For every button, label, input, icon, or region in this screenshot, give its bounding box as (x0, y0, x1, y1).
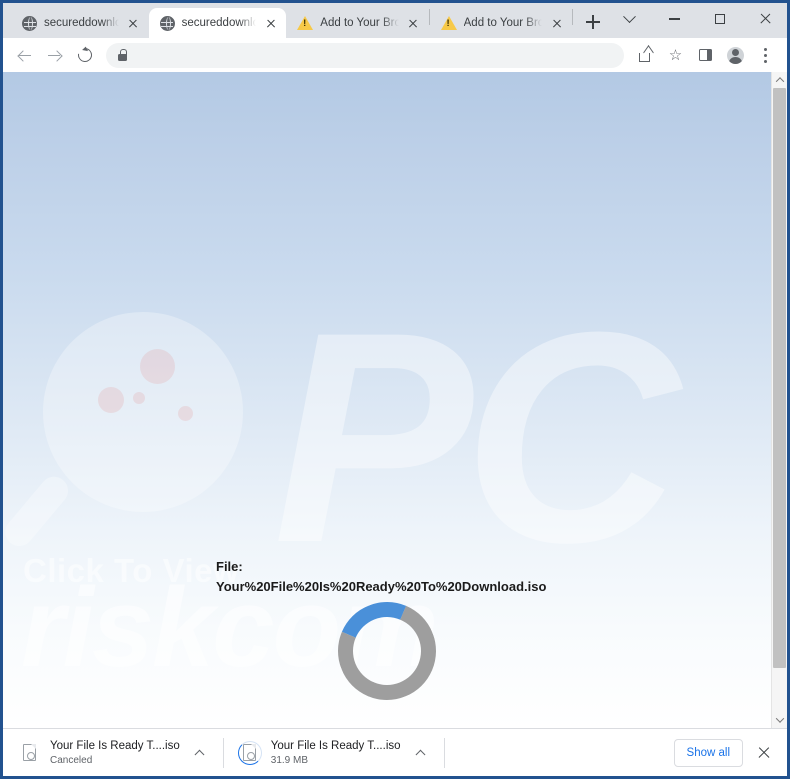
web-page-content: PC Click To View riskcom File: Your%20Fi… (3, 72, 771, 728)
file-label-line1: File: (216, 559, 243, 574)
kebab-menu-icon (764, 47, 767, 63)
globe-icon (22, 15, 37, 31)
tab-strip: secureddownload secureddownload Add to Y… (3, 3, 787, 38)
file-icon (17, 741, 41, 765)
watermark-dot (140, 349, 175, 384)
arrow-left-icon (18, 49, 31, 62)
tab-add-to-your-browser-2[interactable]: Add to Your Brows (430, 8, 572, 38)
download-menu-button[interactable] (189, 742, 211, 764)
download-widget: File: Your%20File%20Is%20Ready%20To%20Do… (3, 557, 771, 715)
lock-icon[interactable] (118, 49, 128, 61)
warning-icon (440, 16, 457, 30)
globe-icon (159, 15, 175, 31)
chevron-up-icon (194, 749, 205, 760)
file-label: File: Your%20File%20Is%20Ready%20To%20Do… (216, 557, 568, 596)
tab-title: Add to Your Brows (320, 17, 399, 29)
document-icon (22, 744, 36, 761)
profile-button[interactable] (721, 41, 750, 70)
download-item-canceled[interactable]: Your File Is Ready T....iso Canceled (11, 733, 215, 773)
scroll-up-button[interactable] (772, 72, 787, 88)
document-icon (243, 744, 257, 761)
reload-button[interactable] (70, 41, 99, 70)
browser-toolbar: ☆ (3, 38, 787, 72)
pc-watermark-text: PC (273, 269, 680, 605)
scroll-down-button[interactable] (772, 712, 787, 728)
close-icon (759, 13, 771, 25)
shelf-separator (443, 737, 445, 768)
side-panel-button[interactable] (691, 41, 720, 70)
side-panel-icon (699, 49, 712, 61)
magnifier-watermark-icon (43, 312, 243, 512)
download-item-text: Your File Is Ready T....iso 31.9 MB (271, 740, 401, 766)
tab-search-button[interactable] (607, 3, 652, 35)
minimize-button[interactable] (652, 3, 697, 35)
download-item-text: Your File Is Ready T....iso Canceled (50, 740, 180, 766)
tab-close-icon[interactable] (406, 16, 421, 31)
tab-secureddownload-1[interactable]: secureddownload (11, 8, 149, 38)
download-status: 31.9 MB (270, 754, 309, 766)
browser-menu-button[interactable] (751, 41, 780, 70)
bookmark-button[interactable]: ☆ (661, 41, 690, 70)
forward-button[interactable] (40, 41, 69, 70)
tab-close-icon[interactable] (263, 16, 278, 31)
file-icon-with-progress (237, 740, 262, 765)
address-bar[interactable] (106, 42, 624, 68)
back-button[interactable] (10, 41, 39, 70)
window-controls (607, 3, 787, 38)
share-icon (638, 48, 653, 62)
tab-title: secureddownload (44, 17, 119, 29)
download-status: Canceled (50, 754, 93, 766)
warning-icon (297, 16, 314, 30)
star-icon: ☆ (668, 46, 683, 64)
close-window-button[interactable] (742, 3, 787, 35)
loading-spinner-icon (323, 587, 451, 715)
tab-title: secureddownload (181, 17, 257, 29)
file-label-line2: Your%20File%20Is%20Ready%20To%20Download… (216, 578, 547, 594)
share-button[interactable] (631, 41, 660, 70)
watermark-dot (98, 387, 124, 413)
maximize-icon (714, 14, 725, 24)
maximize-button[interactable] (697, 3, 742, 35)
chevron-down-icon (623, 9, 636, 23)
watermark-dot (178, 406, 193, 421)
arrow-right-icon (48, 49, 61, 62)
viewport: PC Click To View riskcom File: Your%20Fi… (3, 72, 787, 728)
scrollbar-track[interactable] (772, 88, 787, 712)
tab-close-icon[interactable] (549, 16, 564, 31)
minimize-icon (669, 18, 680, 20)
watermark-dot (133, 392, 145, 404)
show-all-downloads-button[interactable]: Show all (673, 738, 743, 767)
scroll-up-icon (775, 77, 784, 86)
close-shelf-button[interactable] (751, 740, 777, 766)
tab-separator (572, 9, 573, 25)
download-shelf: Your File Is Ready T....iso Canceled You… (3, 728, 787, 776)
download-menu-button[interactable] (410, 742, 432, 764)
scroll-down-icon (775, 714, 784, 723)
browser-window: secureddownload secureddownload Add to Y… (0, 0, 790, 779)
download-filename: Your File Is Ready T....iso (270, 739, 401, 752)
tab-title: Add to Your Brows (463, 17, 543, 29)
tab-secureddownload-2[interactable]: secureddownload (148, 8, 287, 38)
download-filename: Your File Is Ready T....iso (50, 739, 180, 752)
chevron-up-icon (415, 749, 426, 760)
page-scrollbar[interactable] (771, 72, 787, 728)
download-item-in-progress[interactable]: Your File Is Ready T....iso 31.9 MB (232, 733, 436, 773)
scrollbar-thumb[interactable] (773, 88, 786, 668)
tab-add-to-your-browser-1[interactable]: Add to Your Brows (286, 8, 428, 38)
avatar-icon (727, 46, 744, 64)
new-tab-button[interactable] (579, 8, 607, 36)
reload-icon (74, 45, 95, 65)
shelf-separator (222, 737, 224, 768)
tab-close-icon[interactable] (126, 16, 141, 31)
